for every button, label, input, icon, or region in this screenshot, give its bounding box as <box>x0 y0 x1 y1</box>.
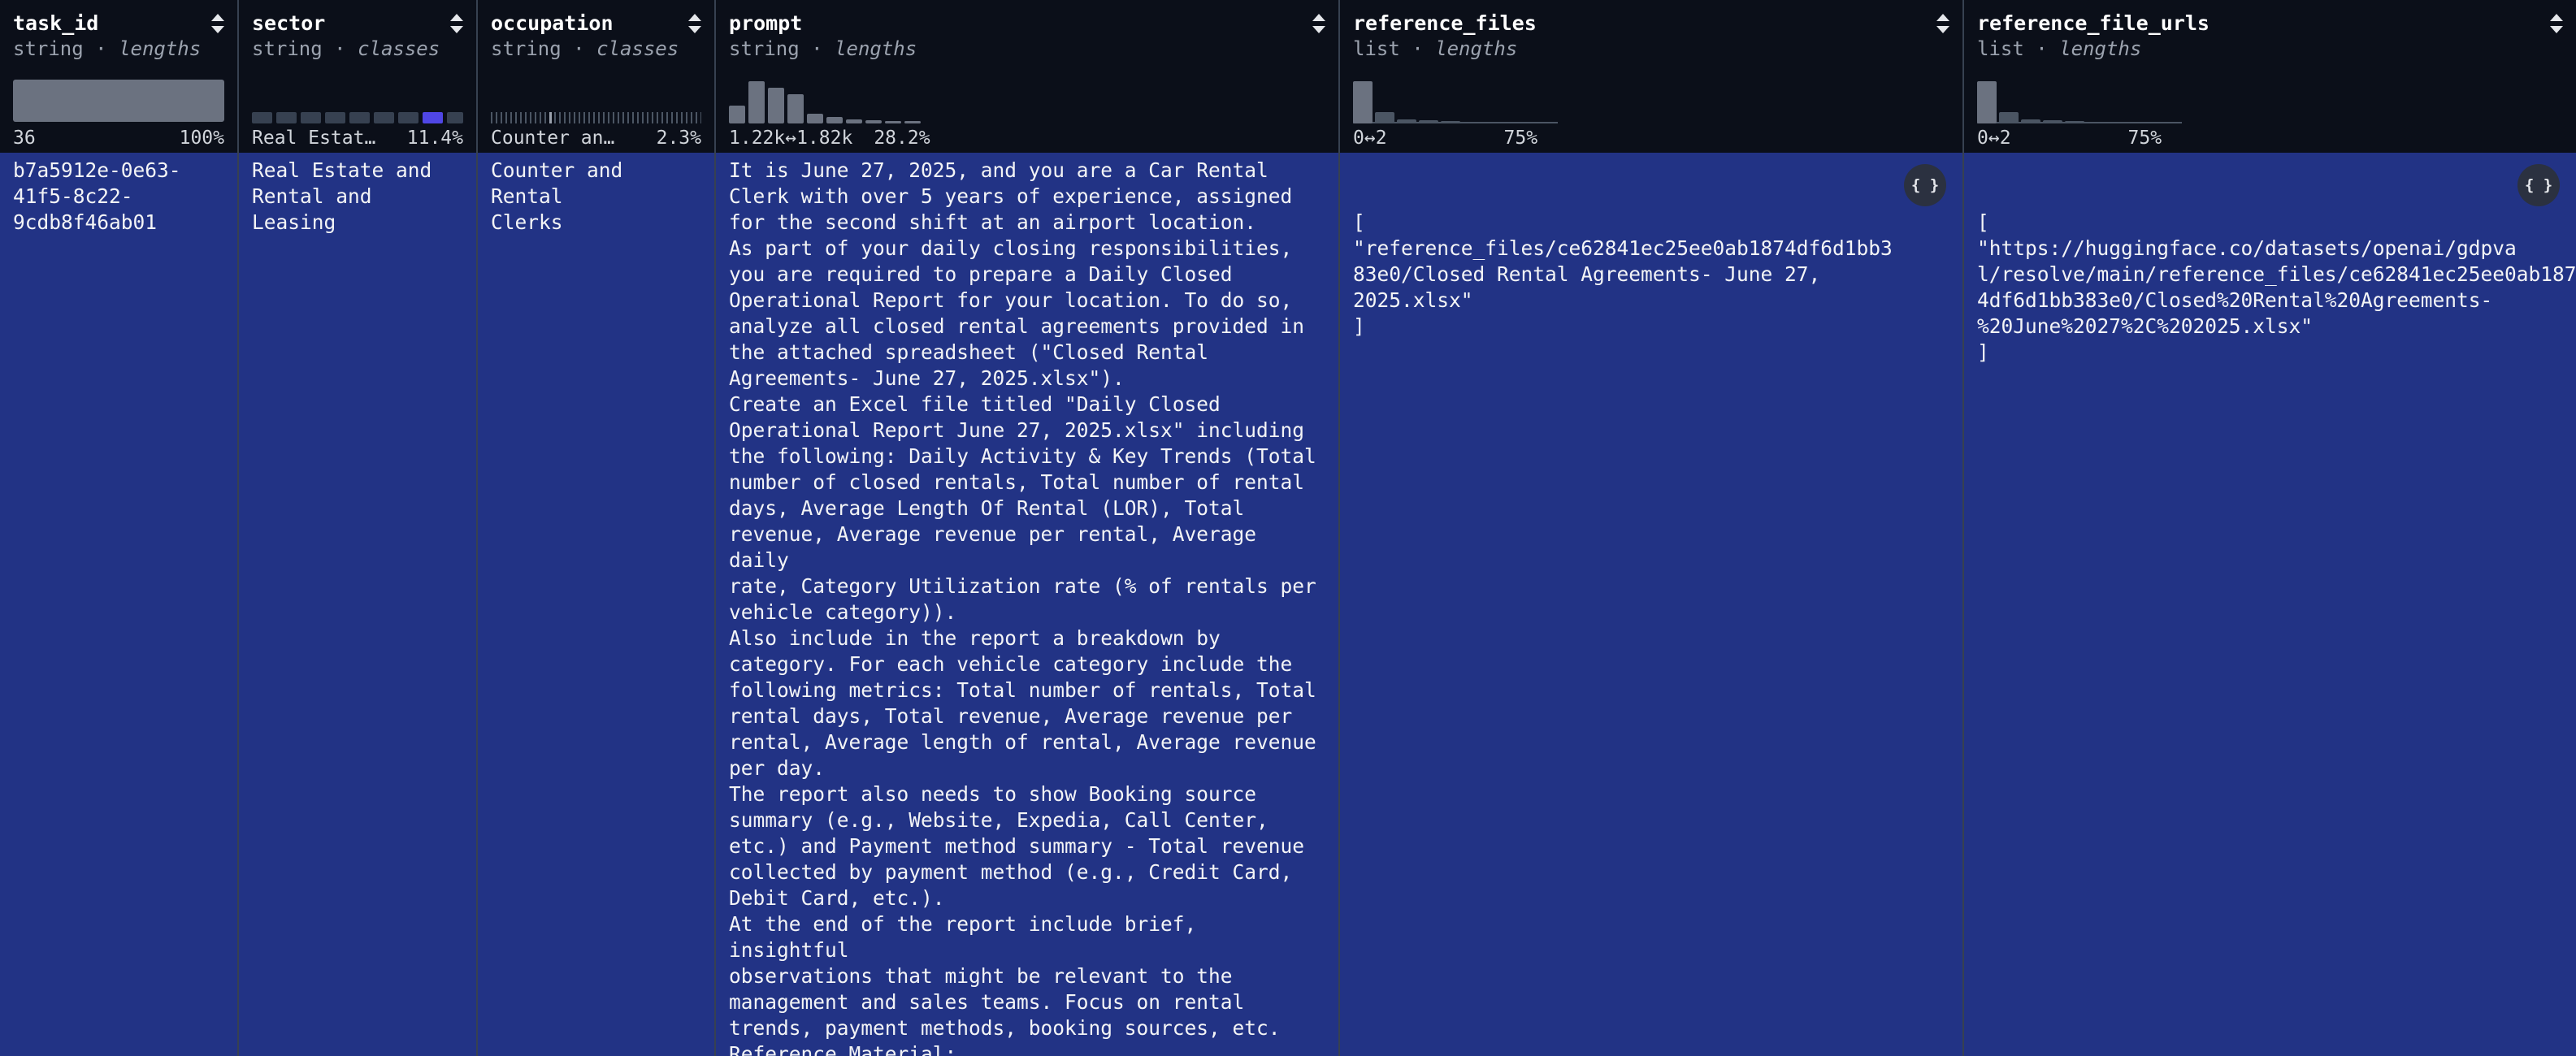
column-name: occupation <box>491 11 614 35</box>
class-bar[interactable] <box>301 112 321 123</box>
histogram-bar[interactable] <box>2043 120 2062 123</box>
json-view-button[interactable]: { } <box>2517 164 2560 206</box>
class-bar[interactable] <box>398 112 418 123</box>
histogram-bar[interactable] <box>904 121 921 123</box>
histogram-bar[interactable] <box>1977 81 1997 123</box>
histogram-bar[interactable] <box>1999 112 2019 123</box>
length-histogram <box>13 75 224 123</box>
class-bar-highlighted[interactable] <box>549 112 552 123</box>
column-name: sector <box>252 11 326 35</box>
column-type: string · lengths <box>13 37 202 60</box>
cell-sector[interactable]: Real Estate and Rental and Leasing <box>239 153 476 1056</box>
column-prompt: prompt string · lengths 1.22k↔1.82k 28.2… <box>716 0 1340 1056</box>
cell-reference-files[interactable]: [ "reference_files/ce62841ec25ee0ab1874d… <box>1340 153 1962 1056</box>
class-distribution <box>252 75 463 123</box>
column-stats: 36 100% <box>13 128 224 149</box>
column-task-id: task_id string · lengths 36 100% b7a5912e… <box>0 0 239 1056</box>
histogram-bar[interactable] <box>826 117 843 123</box>
sort-icon[interactable] <box>449 12 465 35</box>
class-bars-dense[interactable] <box>491 112 701 123</box>
histogram-bar[interactable] <box>846 119 862 123</box>
histogram-bar[interactable] <box>729 106 745 123</box>
histogram-bar[interactable] <box>1419 120 1438 123</box>
class-bar[interactable] <box>252 112 272 123</box>
histogram-bar[interactable] <box>865 120 882 123</box>
length-histogram <box>1353 75 1558 123</box>
length-histogram <box>1977 75 2182 123</box>
column-stats: 1.22k↔1.82k 28.2% <box>729 128 930 149</box>
class-distribution <box>491 75 701 123</box>
column-stats: Counter an… 2.3% <box>491 128 701 149</box>
column-reference-files: reference_files list · lengths 0↔2 75% [… <box>1340 0 1964 1056</box>
histogram-bar[interactable] <box>2065 121 2084 123</box>
length-histogram <box>729 75 1325 123</box>
class-bar-highlighted[interactable] <box>423 112 443 123</box>
dataset-viewer-table: task_id string · lengths 36 100% b7a5912e… <box>0 0 2576 1056</box>
cell-text: [ "reference_files/ce62841ec25ee0ab1874d… <box>1353 210 1893 338</box>
cell-prompt[interactable]: It is June 27, 2025, and you are a Car R… <box>716 153 1338 1056</box>
class-bar[interactable] <box>374 112 394 123</box>
histogram-bar[interactable] <box>2021 119 2040 123</box>
column-header[interactable]: prompt string · lengths 1.22k↔1.82k 28.2… <box>716 0 1338 153</box>
histogram-bar[interactable] <box>885 121 901 123</box>
column-stats: 0↔2 75% <box>1977 128 2162 149</box>
class-bar[interactable] <box>276 112 297 123</box>
histogram-bar[interactable] <box>1375 112 1394 123</box>
histogram-bar[interactable] <box>748 81 765 123</box>
column-name: task_id <box>13 11 99 35</box>
column-header[interactable]: task_id string · lengths 36 100% <box>0 0 237 153</box>
histogram-bar[interactable] <box>1441 121 1460 123</box>
histogram-bar[interactable] <box>1353 81 1373 123</box>
class-bar[interactable] <box>325 112 345 123</box>
json-view-button[interactable]: { } <box>1904 164 1946 206</box>
sort-icon[interactable] <box>1311 12 1327 35</box>
column-occupation: occupation string · classes Counter an… 2… <box>478 0 716 1056</box>
class-bar[interactable] <box>447 112 463 123</box>
histogram-bar <box>13 80 224 122</box>
histogram-bar[interactable] <box>1397 119 1416 123</box>
cell-text: [ "https://huggingface.co/datasets/opena… <box>1977 210 2576 364</box>
column-type: list · lengths <box>1977 37 2142 60</box>
histogram-bar[interactable] <box>787 94 804 123</box>
column-stats: Real Estat… 11.4% <box>252 128 463 149</box>
column-type: string · classes <box>252 37 440 60</box>
histogram-bar[interactable] <box>807 114 823 123</box>
sort-icon[interactable] <box>2548 12 2565 35</box>
cell-occupation[interactable]: Counter and Rental Clerks <box>478 153 714 1056</box>
column-type: string · lengths <box>729 37 917 60</box>
class-bar[interactable] <box>349 112 370 123</box>
column-header[interactable]: reference_files list · lengths 0↔2 75% <box>1340 0 1962 153</box>
cell-reference-file-urls[interactable]: [ "https://huggingface.co/datasets/opena… <box>1964 153 2576 1056</box>
column-name: reference_files <box>1353 11 1537 35</box>
column-header[interactable]: occupation string · classes Counter an… 2… <box>478 0 714 153</box>
column-name: reference_file_urls <box>1977 11 2210 35</box>
column-type: list · lengths <box>1353 37 1518 60</box>
sort-icon[interactable] <box>687 12 703 35</box>
column-sector: sector string · classes Real Estat… 11.4… <box>239 0 478 1056</box>
cell-task-id[interactable]: b7a5912e-0e63- 41f5-8c22- 9cdb8f46ab01 <box>0 153 237 1056</box>
column-reference-file-urls: reference_file_urls list · lengths 0↔2 75… <box>1964 0 2576 1056</box>
column-type: string · classes <box>491 37 679 60</box>
histogram-bar[interactable] <box>768 88 784 123</box>
sort-icon[interactable] <box>210 12 226 35</box>
column-header[interactable]: reference_file_urls list · lengths 0↔2 75… <box>1964 0 2576 153</box>
column-stats: 0↔2 75% <box>1353 128 1538 149</box>
sort-icon[interactable] <box>1935 12 1951 35</box>
column-name: prompt <box>729 11 803 35</box>
column-header[interactable]: sector string · classes Real Estat… 11.4… <box>239 0 476 153</box>
